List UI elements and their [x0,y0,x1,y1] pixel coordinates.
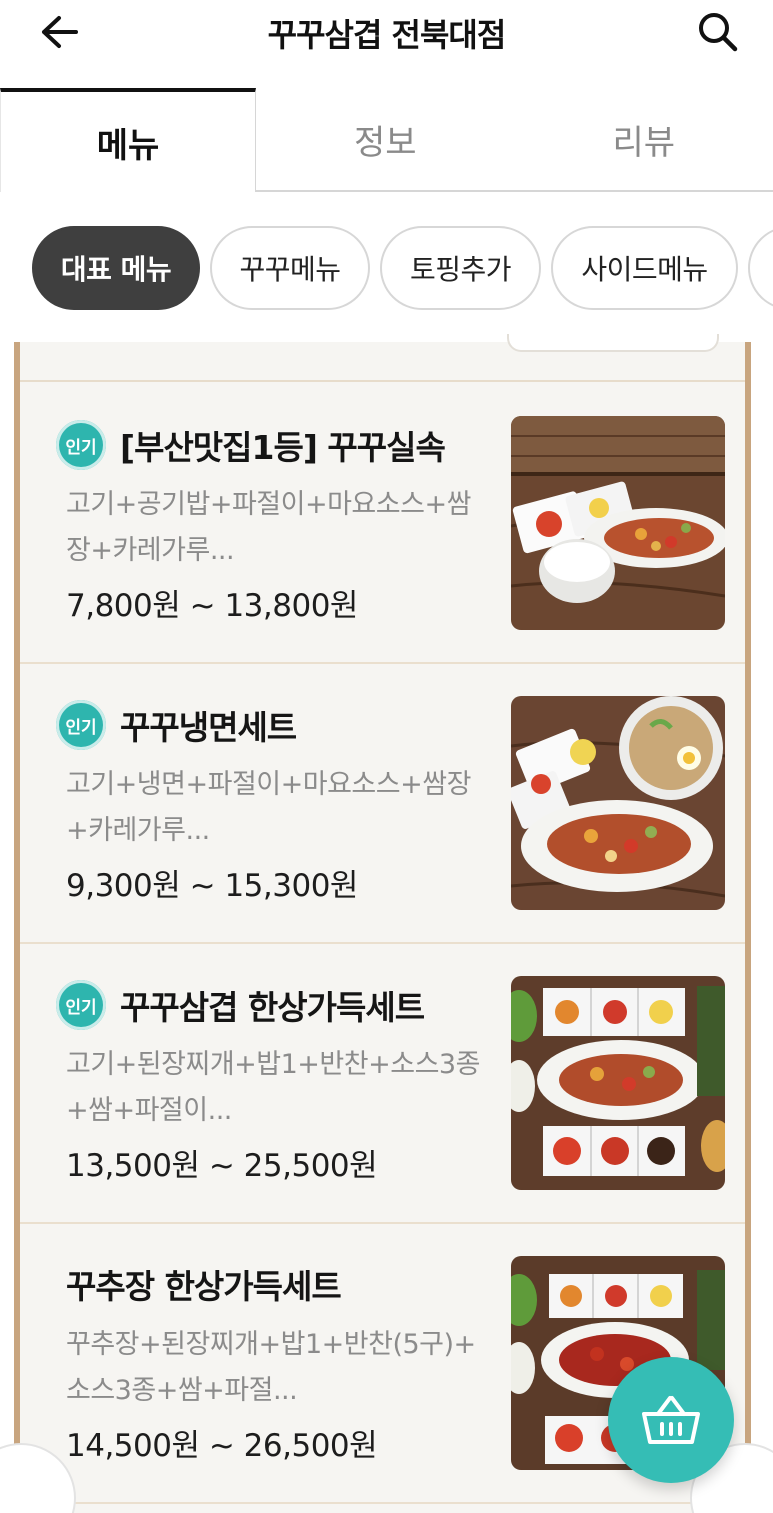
description-line: 장+카레가루... [66,535,235,566]
menu-item-photo [511,416,725,630]
menu-item-photo [511,976,725,1190]
menu-item[interactable]: 인기 [부산맛집1등] 꾸꾸실속 고기+공기밥+파절이+마요소스+쌈 장+카레가… [20,384,745,664]
chip-side-menu[interactable]: 사이드메뉴 [551,226,738,310]
menu-item-name: 꾸꾸냉면세트 [120,708,297,747]
cart-button[interactable] [608,1357,734,1483]
menu-item[interactable]: 인기 꾸꾸냉면세트 고기+냉면+파절이+마요소스+쌈장 +카레가루... 9,3… [20,664,745,944]
description-line: +쌈+파절이... [66,1095,232,1126]
menu-item-title-row: 인기 꾸꾸냉면세트 [56,700,297,750]
description-line: 소스3종+쌈+파절... [66,1375,298,1406]
menu-item-price: 13,500원 ~ 25,500원 [66,1148,378,1184]
board-top-edge [20,334,745,382]
page-title: 꾸꾸삼겹 전북대점 [267,16,507,54]
menu-board: 인기 [부산맛집1등] 꾸꾸실속 고기+공기밥+파절이+마요소스+쌈 장+카레가… [14,334,751,1513]
category-chip-bar: 대표 메뉴 꾸꾸메뉴 토핑추가 사이드메뉴 [0,222,773,314]
menu-item-description: 꾸추장+된장찌개+밥1+반찬(5구)+ 소스3종+쌈+파절... [66,1322,496,1414]
menu-item-price: 9,300원 ~ 15,300원 [66,868,358,904]
description-line: 꾸추장+된장찌개+밥1+반찬(5구)+ [66,1329,476,1360]
description-line: 고기+냉면+파절이+마요소스+쌈장 [66,769,471,800]
shopping-basket-icon [642,1396,700,1444]
search-icon [699,13,738,52]
tab-menu[interactable]: 메뉴 [0,88,256,192]
app-header: 꾸꾸삼겹 전북대점 [0,0,773,64]
menu-item-title-row: 꾸추장 한상가득세트 [66,1260,342,1308]
tab-bar: 메뉴 정보 리뷰 [0,88,773,192]
menu-item-name: 꾸추장 한상가득세트 [66,1267,342,1306]
menu-item-photo [511,696,725,910]
popular-badge: 인기 [56,700,106,750]
description-line: 고기+공기밥+파절이+마요소스+쌈 [66,489,471,520]
menu-item-description: 고기+냉면+파절이+마요소스+쌈장 +카레가루... [66,762,496,854]
menu-item-price: 14,500원 ~ 26,500원 [66,1428,378,1464]
menu-item-description: 고기+공기밥+파절이+마요소스+쌈 장+카레가루... [66,482,496,574]
popular-badge: 인기 [56,980,106,1030]
popular-badge: 인기 [56,420,106,470]
chip-topping[interactable]: 토핑추가 [380,226,541,310]
menu-item-description: 고기+된장찌개+밥1+반찬+소스3종 +쌈+파절이... [66,1042,496,1134]
menu-item[interactable]: 인기 꾸꾸삼겹 한상가득세트 고기+된장찌개+밥1+반찬+소스3종 +쌈+파절이… [20,944,745,1224]
chip-kkukku-menu[interactable]: 꾸꾸메뉴 [210,226,370,310]
previous-item-edge [507,334,719,352]
description-line: +카레가루... [66,815,210,846]
tab-reviews[interactable]: 리뷰 [514,88,773,192]
menu-item-name: [부산맛집1등] 꾸꾸실속 [120,428,446,467]
chip-partial-next[interactable] [748,226,773,310]
menu-item-price: 7,800원 ~ 13,800원 [66,588,358,624]
menu-item-title-row: 인기 꾸꾸삼겹 한상가득세트 [56,980,425,1030]
description-line: 고기+된장찌개+밥1+반찬+소스3종 [66,1049,480,1080]
chip-signature-menu[interactable]: 대표 메뉴 [32,226,200,310]
menu-item-name: 꾸꾸삼겹 한상가득세트 [120,988,425,1027]
search-button[interactable] [693,8,743,56]
menu-item-title-row: 인기 [부산맛집1등] 꾸꾸실속 [56,420,446,470]
tab-info[interactable]: 정보 [256,88,515,192]
